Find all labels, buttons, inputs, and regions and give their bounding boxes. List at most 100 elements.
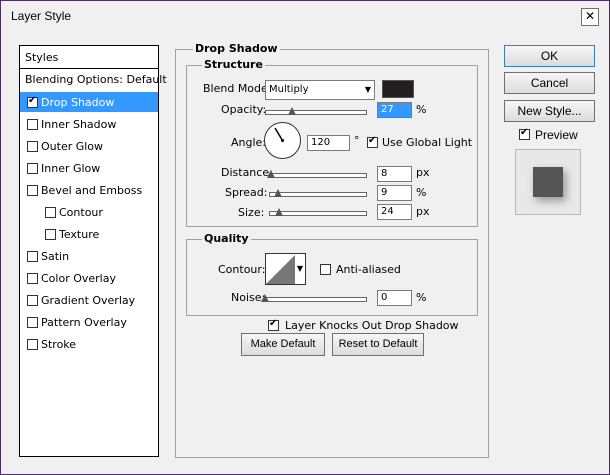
style-item-label: Pattern Overlay	[41, 316, 127, 329]
style-item-bevel-and-emboss[interactable]: Bevel and Emboss	[20, 180, 158, 200]
style-item-pattern-overlay[interactable]: Pattern Overlay	[20, 312, 158, 332]
size-unit: px	[416, 205, 430, 218]
style-item-label: Stroke	[41, 338, 77, 351]
layer-style-dialog: Layer Style ✕ Styles Blending Options: D…	[0, 0, 610, 475]
style-item-label: Texture	[59, 228, 100, 241]
blending-options-item[interactable]: Blending Options: Default	[20, 69, 167, 93]
style-item-drop-shadow[interactable]: Drop Shadow	[20, 92, 158, 112]
ok-button[interactable]: OK	[504, 45, 595, 67]
cancel-button[interactable]: Cancel	[504, 72, 595, 94]
style-item-satin[interactable]: Satin	[20, 246, 158, 266]
knockout-checkbox[interactable]	[268, 318, 279, 331]
style-item-inner-glow[interactable]: Inner Glow	[20, 158, 158, 178]
style-checkbox[interactable]	[27, 119, 38, 130]
structure-group: Structure Blend Mode: Multiply ▼ Opacity…	[186, 58, 478, 227]
style-item-label: Inner Shadow	[41, 118, 117, 131]
anti-aliased-checkbox[interactable]	[320, 264, 331, 275]
chevron-down-icon[interactable]: ▼	[295, 253, 306, 285]
distance-unit: px	[416, 166, 430, 179]
size-slider[interactable]	[269, 211, 367, 216]
angle-dial[interactable]	[264, 122, 301, 159]
chevron-down-icon: ▼	[364, 85, 371, 94]
reset-default-button[interactable]: Reset to Default	[332, 333, 424, 356]
style-checkbox[interactable]	[27, 185, 38, 196]
style-item-label: Gradient Overlay	[41, 294, 136, 307]
noise-input[interactable]: 0	[377, 290, 412, 306]
style-checkbox[interactable]	[27, 317, 38, 328]
style-item-outer-glow[interactable]: Outer Glow	[20, 136, 158, 156]
style-checkbox[interactable]	[27, 141, 38, 152]
blend-mode-value: Multiply	[269, 84, 309, 95]
style-item-label: Drop Shadow	[41, 96, 115, 109]
knockout-label: Layer Knocks Out Drop Shadow	[285, 319, 459, 332]
noise-unit: %	[416, 291, 427, 304]
preview-checkbox[interactable]	[519, 127, 530, 140]
opacity-slider-thumb[interactable]	[288, 107, 296, 115]
style-item-label: Contour	[59, 206, 103, 219]
style-item-contour[interactable]: Contour	[20, 202, 158, 222]
structure-title: Structure	[202, 58, 265, 71]
style-item-label: Outer Glow	[41, 140, 104, 153]
preview-thumbnail	[515, 149, 581, 215]
blending-options-label: Blending Options: Default	[25, 73, 167, 86]
quality-title: Quality	[202, 232, 251, 245]
preview-swatch	[533, 167, 563, 197]
blend-mode-select[interactable]: Multiply ▼	[265, 80, 375, 100]
style-item-label: Satin	[41, 250, 70, 263]
styles-header-label: Styles	[25, 51, 59, 64]
distance-slider[interactable]	[269, 173, 367, 178]
make-default-button[interactable]: Make Default	[241, 333, 325, 356]
new-style-button[interactable]: New Style...	[504, 100, 595, 122]
opacity-slider[interactable]	[265, 110, 367, 115]
window-title: Layer Style	[11, 9, 72, 23]
shadow-color-swatch[interactable]	[382, 80, 414, 98]
size-input[interactable]: 24	[377, 204, 412, 220]
use-global-light-checkbox[interactable]	[367, 135, 378, 148]
angle-label: Angle:	[231, 136, 267, 149]
distance-label: Distance:	[221, 166, 273, 179]
anti-aliased-label: Anti-aliased	[336, 263, 401, 276]
style-checkbox[interactable]	[27, 163, 38, 174]
spread-slider-thumb[interactable]	[273, 189, 282, 197]
opacity-label: Opacity:	[221, 103, 267, 116]
size-slider-thumb[interactable]	[274, 208, 283, 216]
spread-slider[interactable]	[269, 192, 367, 197]
distance-input[interactable]: 8	[377, 166, 412, 182]
contour-label: Contour:	[218, 263, 266, 276]
title-bar: Layer Style ✕	[1, 1, 609, 31]
angle-unit: °	[354, 134, 360, 147]
opacity-unit: %	[416, 103, 427, 116]
size-label: Size:	[238, 206, 265, 219]
style-item-gradient-overlay[interactable]: Gradient Overlay	[20, 290, 158, 310]
style-checkbox[interactable]	[45, 207, 56, 218]
close-icon[interactable]: ✕	[581, 8, 599, 26]
style-item-inner-shadow[interactable]: Inner Shadow	[20, 114, 158, 134]
spread-input[interactable]: 9	[377, 185, 412, 201]
style-item-label: Inner Glow	[41, 162, 101, 175]
contour-preview[interactable]	[265, 253, 297, 285]
drop-shadow-title: Drop Shadow	[193, 42, 280, 55]
distance-slider-thumb[interactable]	[266, 170, 275, 178]
styles-header[interactable]: Styles	[20, 46, 158, 69]
opacity-input[interactable]: 27	[377, 102, 412, 118]
style-checkbox[interactable]	[27, 273, 38, 284]
noise-slider[interactable]	[265, 297, 367, 302]
preview-label: Preview	[535, 128, 578, 142]
style-item-label: Color Overlay	[41, 272, 116, 285]
spread-label: Spread:	[225, 186, 268, 199]
style-item-stroke[interactable]: Stroke	[20, 334, 158, 354]
style-checkbox[interactable]	[45, 229, 56, 240]
blend-mode-label: Blend Mode:	[203, 82, 272, 95]
angle-input[interactable]: 120	[307, 135, 350, 151]
spread-unit: %	[416, 186, 427, 199]
style-checkbox[interactable]	[27, 295, 38, 306]
style-item-label: Bevel and Emboss	[41, 184, 143, 197]
noise-slider-thumb[interactable]	[261, 294, 269, 302]
use-global-light-label: Use Global Light	[382, 136, 473, 149]
style-item-color-overlay[interactable]: Color Overlay	[20, 268, 158, 288]
quality-group: Quality Contour: ▼ Anti-aliased Noise: 0…	[186, 232, 478, 316]
style-checkbox[interactable]	[27, 251, 38, 262]
style-checkbox[interactable]	[27, 339, 38, 350]
style-item-texture[interactable]: Texture	[20, 224, 158, 244]
style-checkbox[interactable]	[27, 95, 38, 108]
